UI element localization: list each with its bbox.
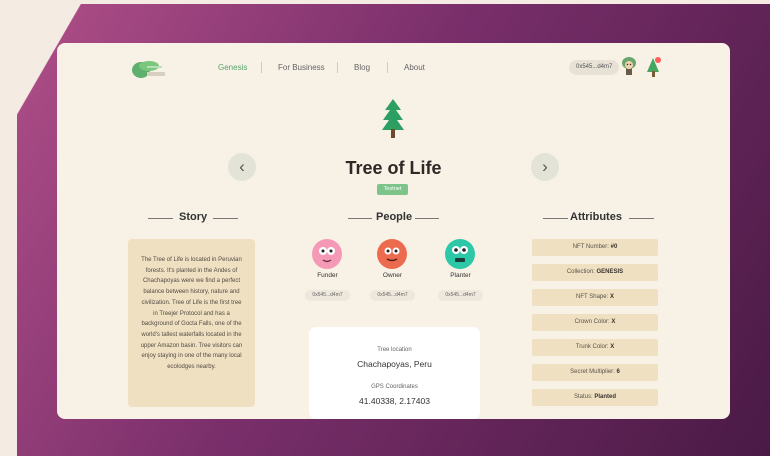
background-top-band [0,0,770,4]
next-tree-button[interactable]: › [531,153,559,181]
attribute-value: 6 [616,369,620,375]
network-badge: Testnet [377,184,408,195]
attribute-label: Secret Multiplier: [570,369,615,375]
attribute-label: Collection: [566,269,595,275]
attribute-label: Crown Color: [574,319,610,325]
nav-separator [261,62,262,73]
attribute-label: Trunk Color: [575,344,609,350]
attribute-label: NFT Shape: [576,294,609,300]
chevron-right-icon: › [542,157,548,176]
nav-separator [337,62,338,73]
attributes-section-title: Attributes [570,211,622,223]
attribute-nft-shape: NFT Shape: X [532,289,658,306]
attribute-status: Status: Planted [532,389,658,406]
nav-genesis[interactable]: Genesis [218,63,247,72]
nav-separator [387,62,388,73]
story-text: The Tree of Life is located in Peruvian … [128,239,255,407]
tree-title: Tree of Life [345,158,442,178]
attribute-nft-number: NFT Number: #0 [532,239,658,256]
owner-avatar-icon [377,239,407,269]
people-title-line-right [415,218,439,219]
nav-blog[interactable]: Blog [354,63,370,72]
nav-about[interactable]: About [404,63,425,72]
story-section-title: Story [179,211,208,223]
attribute-secret-multiplier: Secret Multiplier: 6 [532,364,658,381]
attribute-value: X [609,294,614,300]
attribute-value: GENESIS [596,269,624,275]
attributes-title-line-right [629,218,654,219]
planter-avatar-icon [445,239,475,269]
funder-address[interactable]: 0x545...d4m7 [305,290,350,301]
main-card: Genesis For Business Blog About 0x545...… [57,43,730,419]
owner-label: Owner [382,272,403,279]
attribute-value: #0 [610,244,618,250]
treejer-logo-icon[interactable] [131,60,167,80]
attribute-label: NFT Number: [572,244,609,250]
attribute-trunk-color: Trunk Color: X [532,339,658,356]
people-title-line-left [348,218,372,219]
tree-hero-icon [382,99,404,138]
people-section-title: People [376,211,413,223]
story-title-line-right [213,218,238,219]
owner-address[interactable]: 0x545...d4m7 [370,290,415,301]
avatar-icon[interactable] [619,55,639,77]
attribute-value: X [611,319,616,325]
chevron-left-icon: ‹ [239,157,245,176]
background-left-band [0,0,17,456]
gps-value: 41.40338, 2.17403 [359,396,430,406]
wallet-address-button[interactable]: 0x545...d4m7 [569,60,620,75]
attribute-value: Planted [594,394,617,400]
attributes-title-line-left [543,218,568,219]
attribute-collection: Collection: GENESIS [532,264,658,281]
attribute-value: X [610,344,615,350]
nav-for-business[interactable]: For Business [278,63,325,72]
attribute-label: Status: [573,394,593,400]
tree-location-card: Tree location Chachapoyas, Peru GPS Coor… [309,327,480,419]
planter-address[interactable]: 0x545...d4m7 [438,290,483,301]
funder-label: Funder [317,272,338,279]
gps-label: GPS Coordinates [371,384,418,390]
attribute-crown-color: Crown Color: X [532,314,658,331]
tree-notification-icon[interactable] [645,56,662,80]
funder-avatar-icon [312,239,342,269]
tree-location-label: Tree location [377,347,412,353]
story-title-line-left [148,218,173,219]
page: { "nav": { "items": ["Genesis", "For Bus… [0,0,770,456]
previous-tree-button[interactable]: ‹ [228,153,256,181]
planter-label: Planter [450,272,471,279]
tree-location-value: Chachapoyas, Peru [357,359,432,369]
